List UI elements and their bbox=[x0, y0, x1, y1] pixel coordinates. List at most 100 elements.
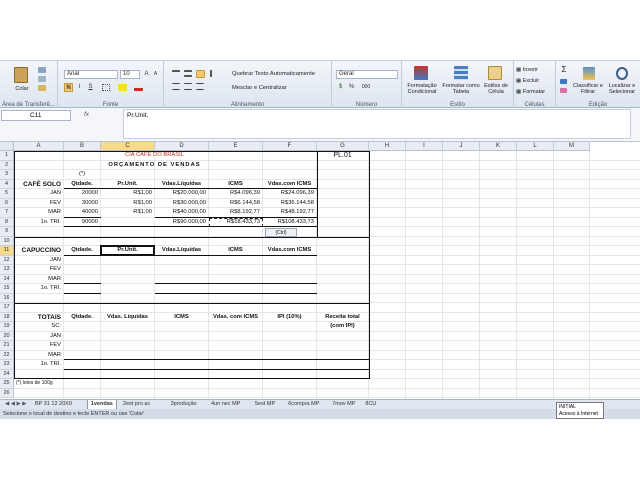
font-color-icon[interactable] bbox=[134, 84, 143, 91]
cell-c7[interactable]: R$1,00 bbox=[103, 208, 152, 218]
paste-icon[interactable] bbox=[14, 67, 28, 83]
cell-a5[interactable]: JAN bbox=[16, 189, 61, 199]
cell-a4[interactable]: CAFÉ SOLO bbox=[16, 180, 61, 190]
worksheet-grid[interactable]: A B C D E F G H I J K L M 1 2 3 4 5 6 7 8 9 10 11 12 13 14 15 16 17 18… bbox=[0, 142, 640, 399]
cell-a25[interactable]: (*) lotes de 100g bbox=[16, 379, 61, 389]
cell-e6[interactable]: R$6.144,58 bbox=[211, 199, 260, 209]
row-header-9[interactable]: 9 bbox=[0, 227, 14, 237]
cell-c5[interactable]: R$1,00 bbox=[103, 189, 152, 199]
cell-a14[interactable]: MAR bbox=[16, 275, 61, 285]
row-header-25[interactable]: 25 bbox=[0, 379, 14, 389]
tab-nav-arrows[interactable]: ◀ ◀ ▶ ▶ bbox=[2, 400, 30, 409]
row-header-24[interactable]: 24 bbox=[0, 369, 14, 379]
cell-c6[interactable]: R$1,00 bbox=[103, 199, 152, 209]
format-painter-icon[interactable] bbox=[38, 85, 46, 91]
align-center-icon[interactable] bbox=[184, 83, 192, 90]
column-header-j[interactable]: J bbox=[443, 142, 480, 151]
row-header-14[interactable]: 14 bbox=[0, 274, 14, 284]
row-header-26[interactable]: 26 bbox=[0, 388, 14, 398]
cell-g18[interactable]: Receita total bbox=[319, 313, 366, 323]
cell-e5[interactable]: R$4.096,39 bbox=[211, 189, 260, 199]
shrink-font-icon[interactable]: A bbox=[151, 70, 160, 79]
cell-c18[interactable]: Vdas. Líquidas bbox=[103, 313, 152, 323]
cell-a6[interactable]: FEV bbox=[16, 199, 61, 209]
sort-filter-button[interactable]: Classificar e Filtrar bbox=[572, 83, 604, 95]
cell-e18[interactable]: Vdas. com ICMS bbox=[211, 313, 260, 323]
sort-filter-icon[interactable] bbox=[583, 67, 595, 80]
align-top-icon[interactable] bbox=[172, 70, 180, 77]
cell-b3[interactable]: (*) bbox=[66, 170, 98, 180]
format-button[interactable]: ▦ Formatar bbox=[516, 89, 554, 95]
cell-a22[interactable]: MAR bbox=[16, 351, 61, 361]
number-format-select[interactable]: Geral bbox=[336, 70, 398, 79]
column-header-b[interactable]: B bbox=[64, 142, 101, 151]
conditional-format-button[interactable]: Formatação Condicional bbox=[404, 83, 440, 95]
sheet-tab-1[interactable]: BP 31 12 20X0 bbox=[32, 400, 75, 409]
cell-a18[interactable]: TOTAIS bbox=[16, 313, 61, 323]
orientation-icon[interactable] bbox=[210, 70, 218, 77]
row-header-3[interactable]: 3 bbox=[0, 170, 14, 180]
row-header-4[interactable]: 4 bbox=[0, 179, 14, 189]
sheet-tab-4[interactable]: 3produção bbox=[168, 400, 200, 409]
column-header-l[interactable]: L bbox=[517, 142, 554, 151]
cut-icon[interactable] bbox=[38, 67, 46, 73]
formula-input[interactable]: Pr.Unit. bbox=[123, 109, 631, 139]
sheet-tab-8[interactable]: 7mov MP bbox=[329, 400, 358, 409]
row-header-5[interactable]: 5 bbox=[0, 189, 14, 199]
cell-d18[interactable]: ICMS bbox=[157, 313, 206, 323]
row-header-8[interactable]: 8 bbox=[0, 217, 14, 227]
align-left-icon[interactable] bbox=[172, 83, 180, 90]
underline-button[interactable]: S bbox=[86, 83, 95, 92]
merge-center-button[interactable]: Mesclar e Centralizar bbox=[232, 85, 330, 91]
select-all-corner[interactable] bbox=[0, 142, 14, 151]
cell-a12[interactable]: JAN bbox=[16, 256, 61, 266]
row-header-11[interactable]: 11 bbox=[0, 246, 14, 256]
cell-a23[interactable]: 1o. TRI. bbox=[16, 360, 61, 370]
row-header-1[interactable]: 1 bbox=[0, 151, 14, 161]
fx-icon[interactable]: fx bbox=[84, 111, 89, 118]
column-header-f[interactable]: F bbox=[263, 142, 317, 151]
row-header-18[interactable]: 18 bbox=[0, 312, 14, 322]
column-header-c[interactable]: C bbox=[101, 142, 155, 151]
cell-f6[interactable]: R$36.144,58 bbox=[265, 199, 314, 209]
insert-button[interactable]: ▦ Inserir bbox=[516, 67, 554, 73]
sheet-tab-7[interactable]: 6compra MP bbox=[285, 400, 322, 409]
conditional-format-icon[interactable] bbox=[414, 66, 428, 80]
cell-styles-button[interactable]: Estilos de Célula bbox=[480, 83, 512, 95]
cell-a13[interactable]: FEV bbox=[16, 265, 61, 275]
cell-a8[interactable]: 1o. TRI. bbox=[16, 218, 61, 228]
italic-button[interactable]: I bbox=[75, 83, 84, 92]
sheet-tab-6[interactable]: 5est MP bbox=[252, 400, 278, 409]
cell-d6[interactable]: R$30.000,00 bbox=[157, 199, 206, 209]
column-header-d[interactable]: D bbox=[155, 142, 209, 151]
cell-b18[interactable]: Qtdade. bbox=[66, 313, 98, 323]
sheet-tab-3[interactable]: 2est pro ac bbox=[120, 400, 153, 409]
cell-a20[interactable]: JAN bbox=[16, 332, 61, 342]
wrap-text-button[interactable]: Quebrar Texto Automaticamente bbox=[232, 71, 330, 77]
column-header-e[interactable]: E bbox=[209, 142, 263, 151]
clear-icon[interactable] bbox=[560, 88, 567, 93]
row-header-2[interactable]: 2 bbox=[0, 160, 14, 170]
column-header-k[interactable]: K bbox=[480, 142, 517, 151]
column-header-m[interactable]: M bbox=[554, 142, 590, 151]
paste-button[interactable]: Colar bbox=[10, 86, 34, 92]
column-header-i[interactable]: I bbox=[406, 142, 443, 151]
row-header-20[interactable]: 20 bbox=[0, 331, 14, 341]
autosum-button[interactable]: Σ bbox=[560, 66, 568, 74]
cell-g19[interactable]: (com IPI) bbox=[319, 322, 366, 332]
cell-b5[interactable]: 20000 bbox=[66, 189, 98, 199]
bold-button[interactable]: N bbox=[64, 83, 73, 92]
row-header-21[interactable]: 21 bbox=[0, 341, 14, 351]
name-box[interactable]: C11 bbox=[1, 110, 71, 121]
align-bottom-icon[interactable] bbox=[196, 70, 205, 78]
find-select-icon[interactable] bbox=[616, 67, 628, 80]
find-select-button[interactable]: Localizar e Selecionar bbox=[605, 83, 639, 95]
column-header-g[interactable]: G bbox=[317, 142, 369, 151]
fill-color-icon[interactable] bbox=[118, 84, 127, 91]
row-header-23[interactable]: 23 bbox=[0, 360, 14, 370]
align-right-icon[interactable] bbox=[196, 83, 204, 90]
cell-f18[interactable]: IPI (10%) bbox=[265, 313, 314, 323]
cell-f5[interactable]: R$24.096,39 bbox=[265, 189, 314, 199]
font-size-select[interactable]: 10 bbox=[120, 70, 140, 79]
row-header-15[interactable]: 15 bbox=[0, 284, 14, 294]
